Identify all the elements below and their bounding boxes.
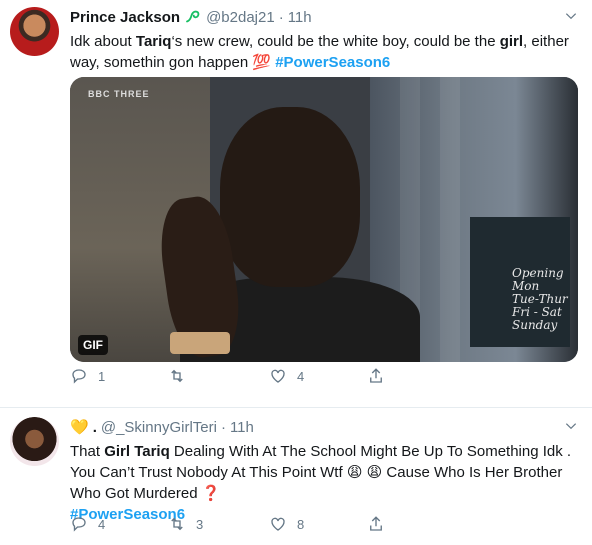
reply-icon	[72, 517, 86, 532]
reply-button[interactable]: 1	[70, 366, 105, 386]
share-icon	[370, 368, 382, 383]
text-segment: ‘s new crew, could be the white boy, cou…	[171, 33, 500, 50]
tweet-card[interactable]: Prince Jackson @b2daj21 · 11h Idk about …	[0, 0, 592, 408]
gif-media[interactable]: Opening Mon Tue-Thur Fri - Sat Sunday BB…	[70, 77, 578, 362]
text-segment: , either	[523, 33, 569, 50]
person-figure	[220, 107, 360, 287]
share-button[interactable]	[367, 366, 385, 386]
author-name[interactable]: .	[93, 419, 97, 436]
verified-icon	[186, 10, 200, 23]
weary-emoji: 😩	[346, 464, 363, 481]
text-segment: way, somethin gon happen	[70, 54, 253, 71]
author-name[interactable]: Prince Jackson	[70, 9, 180, 26]
hundred-emoji: 💯	[252, 54, 272, 71]
like-count: 8	[297, 516, 305, 532]
author-handle[interactable]: @b2daj21	[206, 9, 275, 26]
retweet-button[interactable]: 3	[168, 514, 203, 534]
like-button[interactable]: 8	[269, 514, 304, 534]
tweet-text-line: Who Got Murdered ❓	[70, 483, 580, 504]
text-bold: Tariq	[135, 33, 172, 50]
reply-icon	[72, 369, 86, 384]
text-segment: You Can’t Trust Nobody At This Point Wtf	[70, 464, 347, 481]
heart-icon	[271, 517, 285, 531]
tweet-divider	[0, 407, 592, 408]
avatar[interactable]	[10, 7, 59, 56]
yellow-heart-icon[interactable]: 💛	[70, 418, 89, 436]
reply-button[interactable]: 4	[70, 514, 105, 534]
weary-emoji: 😩	[366, 464, 383, 481]
heart-icon	[271, 369, 285, 383]
text-segment: Idk about	[70, 33, 136, 50]
timestamp[interactable]: 11h	[230, 419, 254, 436]
avatar[interactable]	[10, 417, 59, 466]
timestamp[interactable]: 11h	[288, 9, 312, 26]
tweet-text: Idk about Tariq‘s new crew, could be the…	[70, 31, 580, 73]
text-segment: Dealing With At The School Might Be Up T…	[169, 443, 572, 460]
tweet-header: Prince Jackson @b2daj21 · 11h	[70, 7, 312, 27]
tweet-header: 💛 . @_SkinnyGirlTeri · 11h	[70, 417, 254, 437]
text-bold: girl	[499, 33, 524, 50]
chevron-down-icon[interactable]	[564, 419, 578, 433]
share-button[interactable]	[367, 514, 385, 534]
tweet-text-line: way, somethin gon happen 💯 #PowerSeason6	[70, 52, 580, 73]
sign-text: Opening Mon Tue-Thur Fri - Sat Sunday	[512, 267, 568, 332]
text-segment: Cause Who Is Her Brother	[382, 464, 563, 481]
retweet-count: 3	[196, 516, 204, 532]
tweet-text-line: #PowerSeason6	[70, 504, 580, 525]
separator-dot: ·	[220, 418, 226, 436]
tweet-text: That Girl Tariq Dealing With At The Scho…	[70, 441, 580, 525]
hashtag-link[interactable]: #PowerSeason6	[275, 54, 390, 71]
tweet-text-line: You Can’t Trust Nobody At This Point Wtf…	[70, 462, 580, 483]
retweet-button[interactable]	[168, 366, 196, 386]
watch-figure	[170, 332, 230, 354]
chevron-down-icon[interactable]	[564, 9, 578, 23]
text-segment: Who Got Murdered	[70, 485, 202, 502]
reply-count: 4	[98, 516, 106, 532]
retweet-icon	[171, 517, 183, 531]
media-pillar	[440, 77, 460, 362]
tweet-text-line: That Girl Tariq Dealing With At The Scho…	[70, 441, 580, 462]
sign-line: Sunday	[512, 318, 558, 332]
text-segment: That	[70, 443, 105, 460]
retweet-icon	[171, 369, 183, 383]
share-icon	[370, 516, 382, 531]
text-bold: Girl Tariq	[104, 443, 170, 460]
like-count: 4	[297, 368, 305, 384]
reply-count: 1	[98, 368, 106, 384]
author-handle[interactable]: @_SkinnyGirlTeri	[101, 419, 217, 436]
gif-badge: GIF	[78, 335, 108, 355]
question-mark-emoji: ❓	[201, 485, 221, 502]
channel-logo: BBC THREE	[88, 89, 150, 99]
separator-dot: ·	[278, 8, 284, 26]
tweet-text-line: Idk about Tariq‘s new crew, could be the…	[70, 31, 580, 52]
like-button[interactable]: 4	[269, 366, 304, 386]
